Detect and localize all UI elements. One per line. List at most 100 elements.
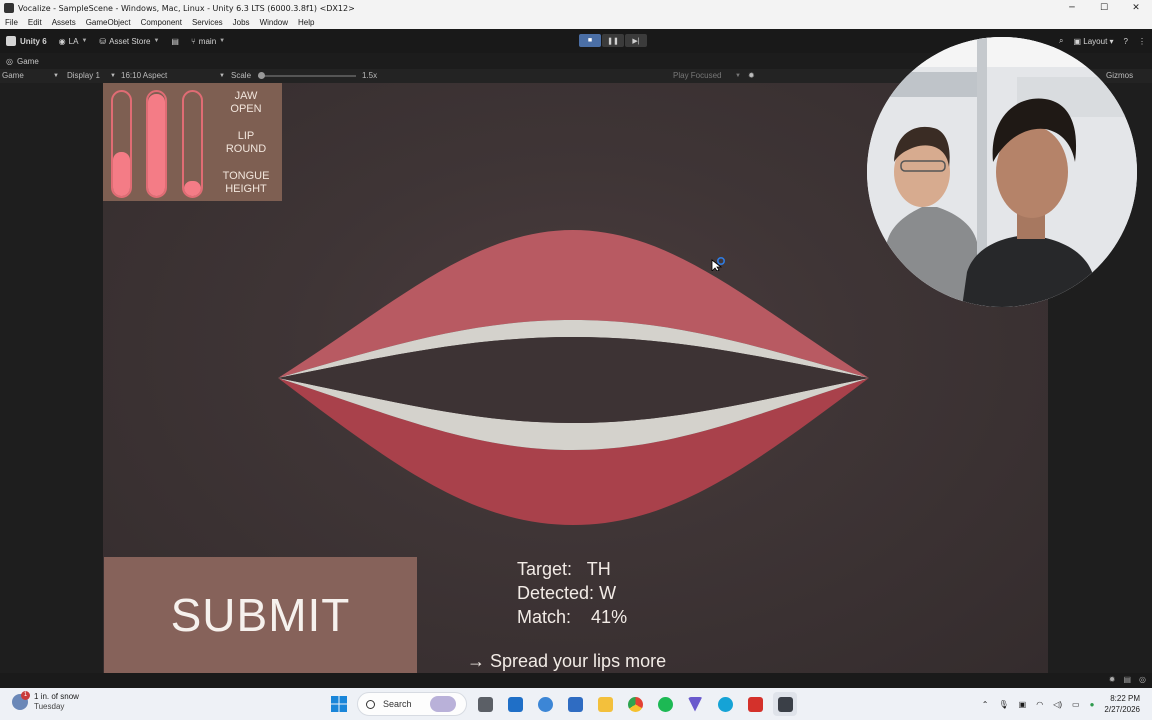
asset-store-icon: ⛁	[99, 36, 107, 46]
branch-dropdown[interactable]: ⑂ main ▼	[185, 37, 231, 46]
help-icon[interactable]: ?	[1124, 37, 1128, 46]
feedback-panel: Target: TH Detected: W Match: 41%	[517, 557, 637, 629]
outlook-button[interactable]	[503, 692, 527, 716]
start-button[interactable]	[327, 692, 351, 716]
task-view-icon	[477, 696, 493, 712]
webcam-feed	[867, 37, 1137, 307]
step-button[interactable]: ▶|	[625, 34, 647, 47]
menu-component[interactable]: Component	[136, 18, 187, 27]
chevron-down-icon: ▼	[81, 38, 88, 44]
lip-round-meter-fill	[148, 94, 165, 196]
search-highlight-icon	[429, 696, 456, 712]
mouse-cursor-icon	[711, 256, 726, 271]
qbittorrent-button[interactable]	[533, 692, 557, 716]
menu-bar: File Edit Assets GameObject Component Se…	[0, 16, 1152, 29]
window-controls: ─ ☐ ✕	[1056, 0, 1152, 16]
account-dropdown[interactable]: ◉ LA ▼	[53, 37, 94, 46]
maximize-button[interactable]: ☐	[1088, 0, 1120, 16]
scale-slider[interactable]	[258, 72, 356, 79]
window-title: Vocalize - SampleScene - Windows, Mac, L…	[18, 3, 355, 13]
detected-phoneme: W	[599, 583, 617, 603]
gizmos-dropdown[interactable]: Gizmos	[1106, 69, 1133, 83]
chevron-down-icon: ▼	[219, 73, 225, 79]
microphone-icon[interactable]: 🎙	[998, 700, 1008, 709]
target-row: Target: TH	[517, 559, 611, 579]
jaw-open-meter	[111, 90, 132, 198]
search-icon[interactable]: ⌕	[1059, 36, 1063, 46]
debug-icon[interactable]: ✹	[1109, 675, 1116, 684]
unity-logo-icon	[6, 36, 16, 46]
minimize-button[interactable]: ─	[1056, 0, 1088, 16]
volume-icon[interactable]: ◁)	[1053, 700, 1062, 709]
target-phoneme: TH	[586, 559, 611, 579]
teams-button[interactable]	[563, 692, 587, 716]
bug-icon[interactable]: ✹	[748, 69, 755, 83]
tongue-height-meter	[182, 90, 203, 198]
menu-window[interactable]: Window	[255, 18, 293, 27]
pause-button[interactable]: ❚❚	[602, 34, 624, 47]
windows-logo-icon	[331, 696, 347, 712]
unity-label: Unity 6	[20, 36, 47, 46]
match-row: Match: 41%	[517, 607, 628, 627]
menu-assets[interactable]: Assets	[47, 18, 81, 27]
copilot-icon[interactable]: ●	[1090, 700, 1095, 709]
vpn-button[interactable]	[683, 692, 707, 716]
chrome-button[interactable]	[623, 692, 647, 716]
close-button[interactable]: ✕	[1120, 0, 1152, 16]
account-icon: ◉	[58, 36, 66, 46]
clock-time: 8:22 PM	[1110, 694, 1140, 703]
weather-widget[interactable]: 1 1 in. of snow Tuesday	[12, 691, 79, 712]
more-options-icon[interactable]: ⋮	[1138, 37, 1146, 46]
search-icon	[366, 699, 375, 709]
menu-gameobject[interactable]: GameObject	[81, 18, 136, 27]
taskbar-clock[interactable]: 8:22 PM 2/27/2026	[1104, 693, 1140, 715]
tongue-height-meter-fill	[184, 181, 201, 196]
window-title-bar: Vocalize - SampleScene - Windows, Mac, L…	[0, 0, 1152, 16]
scale-slider-handle[interactable]	[258, 72, 265, 79]
screen-capture-icon[interactable]: ▣	[1019, 700, 1027, 709]
menu-services[interactable]: Services	[187, 18, 228, 27]
unity-menu-button[interactable]: Unity 6	[0, 36, 53, 46]
jaw-open-label: JAW OPEN	[230, 90, 262, 115]
menu-file[interactable]: File	[0, 18, 23, 27]
grammarly-button[interactable]	[713, 692, 737, 716]
progress-icon[interactable]: ◎	[1139, 675, 1146, 684]
battery-icon[interactable]: ▭	[1072, 700, 1080, 709]
tab-game[interactable]: Game	[17, 57, 39, 66]
unity-hub-button[interactable]	[773, 692, 797, 716]
creative-cloud-icon	[747, 696, 763, 712]
taskbar-search[interactable]: Search	[357, 692, 467, 716]
layout-icon: ▣	[1073, 36, 1084, 46]
creative-cloud-button[interactable]	[743, 692, 767, 716]
weather-condition: 1 in. of snow	[34, 692, 79, 701]
submit-button[interactable]: SUBMIT	[104, 557, 417, 673]
spotify-button[interactable]	[653, 692, 677, 716]
detected-row: Detected: W	[517, 583, 617, 603]
playmode-controls: ■ ❚❚ ▶|	[579, 34, 647, 47]
menu-jobs[interactable]: Jobs	[228, 18, 255, 27]
display-dropdown[interactable]: Display 1	[67, 69, 100, 83]
file-explorer-button[interactable]	[593, 692, 617, 716]
package-icon-button[interactable]: ▤	[165, 37, 185, 46]
asset-store-dropdown[interactable]: ⛁ Asset Store ▼	[93, 37, 165, 46]
aspect-dropdown[interactable]: 16:10 Aspect	[121, 69, 167, 83]
game-mode-dropdown[interactable]: Game	[2, 69, 24, 83]
menu-edit[interactable]: Edit	[23, 18, 47, 27]
status-icons: ✹ ▤ ◎	[1109, 675, 1146, 684]
qbittorrent-icon	[537, 696, 553, 712]
task-view-button[interactable]	[473, 692, 497, 716]
branch-icon: ⑂	[190, 36, 196, 46]
outlook-icon	[507, 696, 523, 712]
chevron-down-icon: ▼	[110, 73, 116, 79]
lip-round-label: LIP ROUND	[225, 130, 267, 155]
wifi-icon[interactable]: ◠	[1036, 700, 1043, 709]
play-focus-dropdown[interactable]: Play Focused	[673, 69, 721, 83]
play-button[interactable]: ■	[579, 34, 601, 47]
console-icon[interactable]: ▤	[1123, 675, 1131, 684]
scale-value: 1.5x	[362, 71, 378, 80]
layout-dropdown[interactable]: ▣ Layout ▾	[1073, 37, 1113, 46]
lip-round-meter	[146, 90, 167, 198]
menu-help[interactable]: Help	[293, 18, 319, 27]
chevron-up-icon[interactable]: ⌃	[982, 700, 989, 709]
taskbar-apps: Search	[327, 692, 797, 716]
